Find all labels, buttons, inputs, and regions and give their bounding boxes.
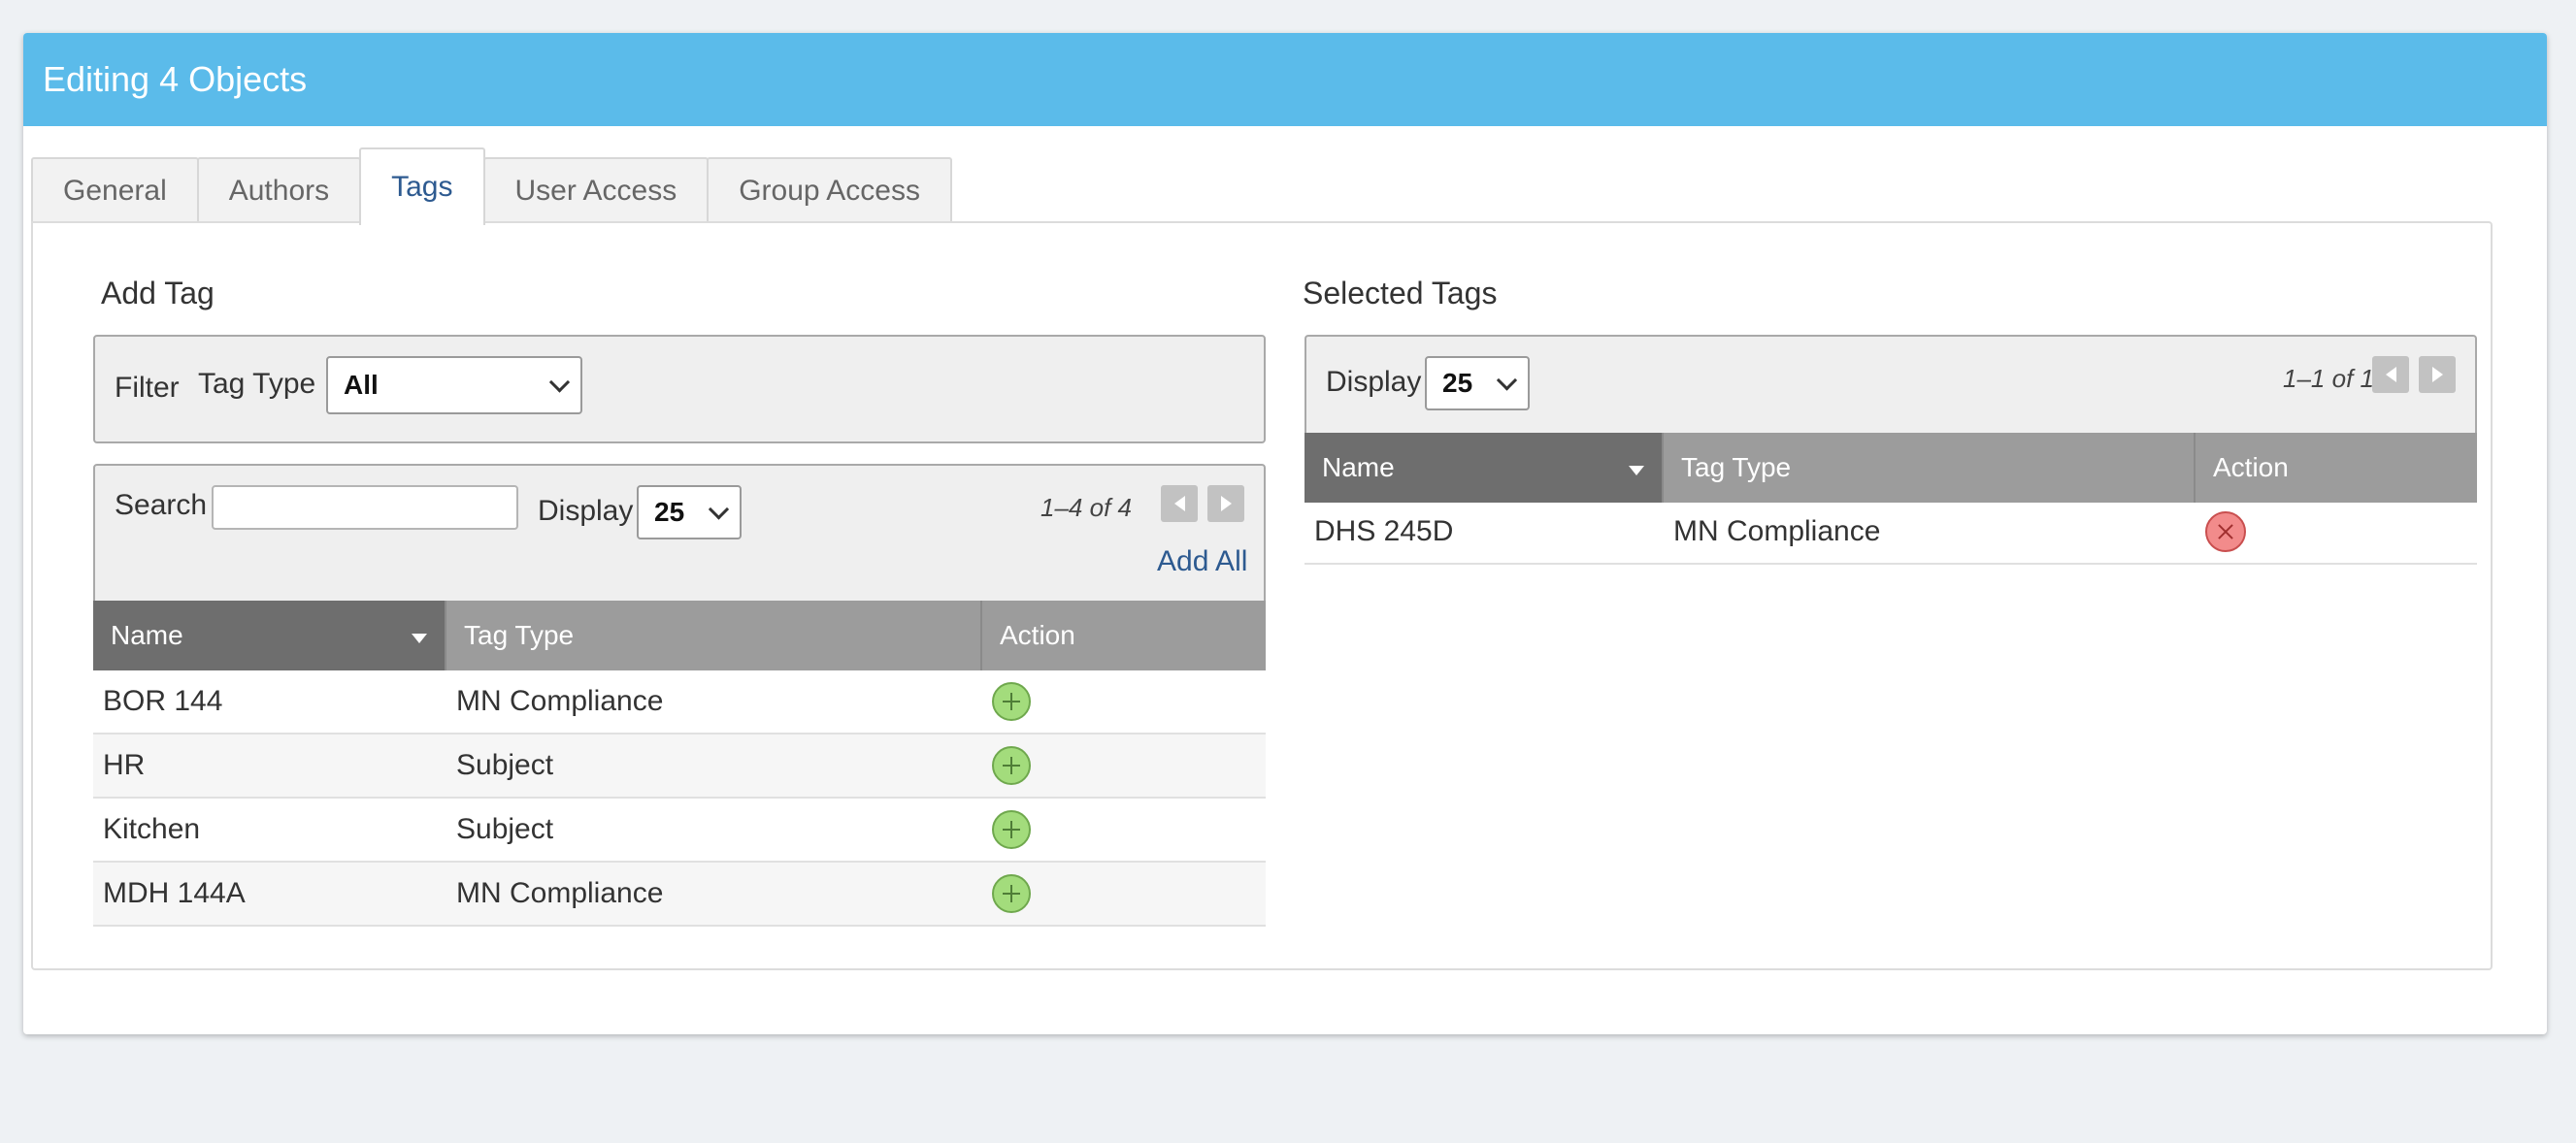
triangle-right-icon	[1220, 496, 1232, 511]
pager-text: 1–4 of 4	[1040, 493, 1132, 522]
table-row: BOR 144 MN Compliance	[93, 670, 1266, 735]
tab-tags[interactable]: Tags	[359, 147, 485, 225]
tag-type: Subject	[456, 749, 554, 781]
column-header-name[interactable]: Name	[93, 601, 446, 670]
pager-text: 1–1 of 1	[2283, 364, 2374, 393]
table-row: Kitchen Subject	[93, 799, 1266, 863]
column-header-action-label: Action	[2213, 452, 2289, 482]
selected-tags-title: Selected Tags	[1303, 276, 1498, 310]
tab-authors[interactable]: Authors	[196, 157, 362, 223]
filter-label: Filter	[115, 372, 180, 404]
tab-user-access[interactable]: User Access	[482, 157, 710, 223]
search-label: Search	[115, 489, 208, 521]
tab-general[interactable]: General	[31, 157, 199, 223]
chevron-down-icon	[1496, 370, 1518, 391]
display-select-value: 25	[1442, 368, 1473, 398]
column-header-tag-type-label: Tag Type	[464, 620, 575, 650]
column-header-tag-type[interactable]: Tag Type	[446, 601, 982, 670]
display-label: Display	[1326, 366, 1422, 398]
dialog-title: Editing 4 Objects	[23, 33, 2547, 126]
tag-type: MN Compliance	[1673, 515, 1881, 547]
add-tag-icon[interactable]	[992, 746, 1031, 785]
display-select[interactable]: 25	[637, 485, 742, 539]
column-header-tag-type-label: Tag Type	[1681, 452, 1792, 482]
next-page-button[interactable]	[1207, 485, 1244, 522]
column-header-action: Action	[2196, 433, 2477, 503]
chevron-down-icon	[708, 499, 730, 520]
tag-name: DHS 245D	[1314, 515, 1454, 547]
add-tag-title: Add Tag	[101, 276, 215, 310]
display-label: Display	[538, 495, 634, 527]
column-header-action-label: Action	[1000, 620, 1075, 650]
column-header-name-label: Name	[1322, 452, 1395, 482]
add-all-link[interactable]: Add All	[1157, 545, 1247, 578]
sort-down-icon	[1629, 466, 1644, 475]
display-select-value: 25	[654, 497, 685, 527]
add-tag-icon[interactable]	[992, 874, 1031, 913]
search-panel: Search Display 25 1–4 of 4 Add All	[93, 464, 1266, 602]
tag-type: MN Compliance	[456, 685, 664, 717]
sort-down-icon	[412, 634, 427, 643]
prev-page-button[interactable]	[1161, 485, 1198, 522]
table-row: DHS 245D MN Compliance	[1305, 501, 2477, 565]
tag-name: Kitchen	[103, 813, 201, 845]
tag-type: Subject	[456, 813, 554, 845]
selected-tags-header: Name Tag Type Action	[1305, 433, 2477, 503]
chevron-down-icon	[548, 372, 571, 393]
tag-type: MN Compliance	[456, 877, 664, 909]
tag-type-select-value: All	[344, 370, 379, 400]
add-tag-icon[interactable]	[992, 682, 1031, 721]
tab-bar: General Authors Tags User Access Group A…	[31, 147, 952, 225]
tag-name: HR	[103, 749, 146, 781]
remove-tag-icon[interactable]	[2205, 511, 2246, 552]
prev-page-button[interactable]	[2372, 356, 2409, 393]
column-header-name[interactable]: Name	[1305, 433, 1664, 503]
tag-name: MDH 144A	[103, 877, 246, 909]
tag-type-label: Tag Type	[198, 368, 316, 400]
column-header-action: Action	[982, 601, 1266, 670]
search-input[interactable]	[212, 485, 518, 530]
next-page-button[interactable]	[2419, 356, 2456, 393]
add-tag-icon[interactable]	[992, 810, 1031, 849]
table-row: MDH 144A MN Compliance	[93, 863, 1266, 927]
column-header-name-label: Name	[111, 620, 183, 650]
available-tags-header: Name Tag Type Action	[93, 601, 1266, 670]
selected-tags-panel: Display 25 1–1 of 1	[1305, 335, 2477, 434]
tag-name: BOR 144	[103, 685, 223, 717]
triangle-right-icon	[2431, 367, 2443, 382]
triangle-left-icon	[1173, 496, 1185, 511]
tab-group-access[interactable]: Group Access	[707, 157, 952, 223]
column-header-tag-type[interactable]: Tag Type	[1664, 433, 2196, 503]
tag-type-select[interactable]: All	[326, 356, 582, 414]
table-row: HR Subject	[93, 735, 1266, 799]
filter-panel: Filter Tag Type All	[93, 335, 1266, 443]
triangle-left-icon	[2385, 367, 2396, 382]
display-select[interactable]: 25	[1425, 356, 1530, 410]
